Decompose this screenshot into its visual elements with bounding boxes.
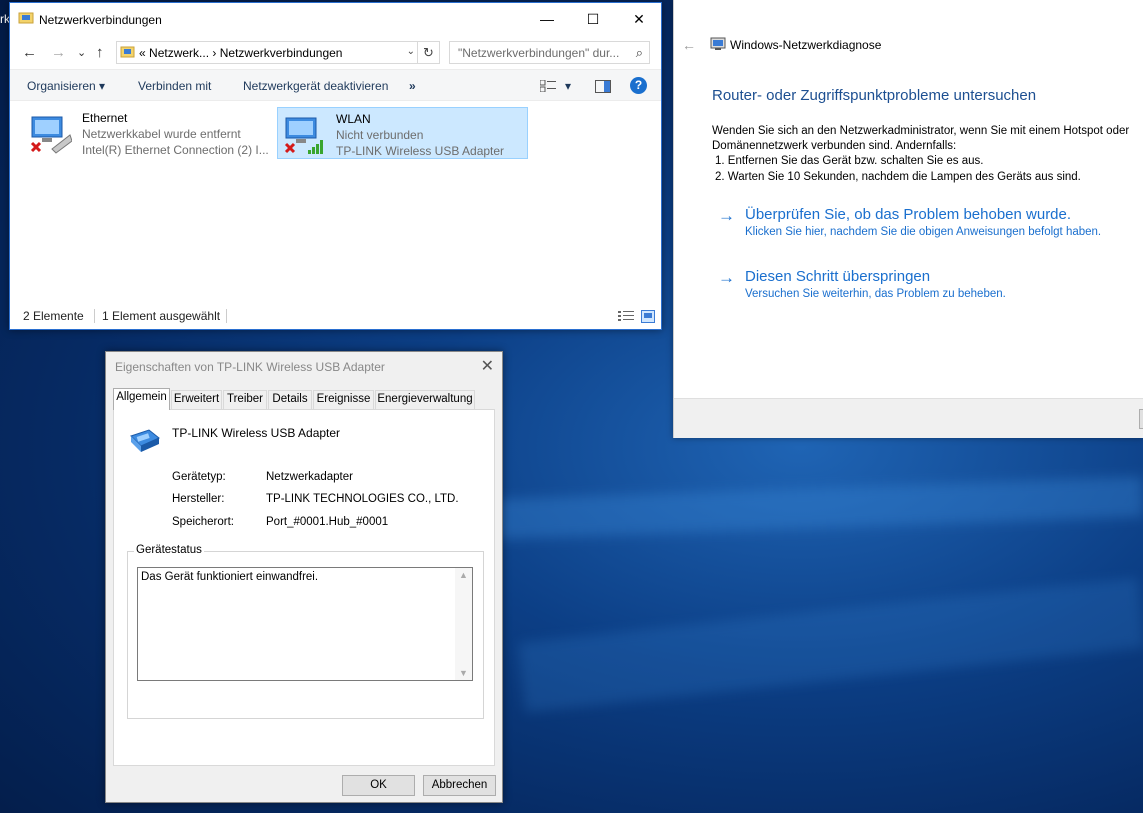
organize-button[interactable]: Organisieren ▾: [27, 79, 105, 93]
network-folder-icon: [18, 12, 34, 24]
scroll-up-icon[interactable]: ▲: [459, 570, 468, 580]
field-label: Gerätetyp:: [172, 471, 226, 483]
address-toolbar: ← → ⌄ ↑ « Netzwerk... › Netzwerkverbindu…: [10, 37, 661, 69]
ok-button[interactable]: OK: [342, 775, 415, 796]
back-arrow-icon[interactable]: ←: [22, 44, 37, 61]
tab-details[interactable]: Details: [268, 390, 312, 409]
connection-device: TP-LINK Wireless USB Adapter: [336, 144, 505, 158]
search-placeholder: "Netzwerkverbindungen" dur...: [458, 46, 620, 60]
connection-status: Netzwerkkabel wurde entfernt: [82, 127, 241, 141]
page-heading: Router- oder Zugriffspunktprobleme unter…: [712, 87, 1037, 104]
dialog-footer: [674, 398, 1143, 438]
field-label: Speicherort:: [172, 516, 235, 528]
search-icon[interactable]: ⌕: [636, 45, 643, 61]
address-bar[interactable]: « Netzwerk... › Netzwerkverbindungen ⌄ ↻: [116, 41, 440, 64]
item-count: 2 Elemente: [23, 309, 84, 323]
breadcrumb-network[interactable]: Netzwerk...: [149, 46, 209, 60]
help-icon[interactable]: ?: [630, 77, 647, 94]
close-button[interactable]: ✕: [616, 3, 662, 35]
address-dropdown-icon[interactable]: ⌄: [407, 46, 415, 57]
network-folder-icon: [120, 46, 135, 58]
manufacturer-value: TP-LINK TECHNOLOGIES CO., LTD.: [266, 493, 459, 505]
group-label: Gerätestatus: [134, 544, 204, 556]
tab-allgemein[interactable]: Allgemein: [113, 388, 170, 410]
breadcrumb-connections[interactable]: Netzwerkverbindungen: [220, 46, 343, 60]
connection-name: Ethernet: [82, 111, 128, 125]
status-separator: [94, 309, 95, 323]
tab-treiber[interactable]: Treiber: [223, 390, 267, 409]
instruction-step: 2. Warten Sie 10 Sekunden, nachdem die L…: [715, 171, 1081, 183]
adapter-properties-dialog: Eigenschaften von TP-LINK Wireless USB A…: [105, 351, 503, 803]
preview-pane-icon[interactable]: [595, 80, 611, 93]
field-label: Hersteller:: [172, 493, 225, 505]
device-type-value: Netzwerkadapter: [266, 471, 353, 483]
window-title: Windows-Netzwerkdiagnose: [730, 38, 882, 52]
view-options-icon[interactable]: [540, 80, 556, 92]
connection-device: Intel(R) Ethernet Connection (2) I...: [82, 143, 269, 157]
status-separator: [226, 309, 227, 323]
explorer-window: Netzwerkverbindungen — ☐ ✕ ← → ⌄ ↑ « Net…: [9, 2, 662, 330]
wlan-adapter-icon: [284, 117, 323, 154]
arrow-right-icon: →: [718, 206, 735, 225]
option-description: Versuchen Sie weiterhin, das Problem zu …: [745, 288, 1006, 300]
location-value: Port_#0001.Hub_#0001: [266, 516, 389, 528]
breadcrumb-separator[interactable]: ›: [212, 46, 216, 60]
network-adapter-icon: [130, 429, 160, 452]
window-title: Netzwerkverbindungen: [39, 13, 162, 27]
tab-erweitert[interactable]: Erweitert: [171, 390, 222, 409]
device-name: TP-LINK Wireless USB Adapter: [172, 426, 341, 440]
forward-arrow-icon[interactable]: →: [51, 44, 66, 61]
arrow-right-icon: →: [718, 268, 735, 287]
connections-list: Ethernet Netzwerkkabel wurde entfernt In…: [10, 102, 661, 302]
command-bar: Organisieren ▾ Verbinden mit Netzwerkger…: [10, 69, 661, 101]
explorer-titlebar[interactable]: Netzwerkverbindungen — ☐ ✕: [10, 3, 661, 35]
close-icon[interactable]: ✕: [481, 356, 494, 376]
recent-locations-icon[interactable]: ⌄: [77, 46, 86, 59]
general-tab-panel: TP-LINK Wireless USB Adapter Gerätetyp: …: [113, 409, 495, 766]
back-arrow-icon[interactable]: ←: [682, 37, 696, 53]
view-dropdown-icon[interactable]: ▾: [565, 79, 571, 93]
device-status-text: Das Gerät funktioniert einwandfrei.: [141, 571, 319, 583]
details-view-icon[interactable]: [618, 310, 634, 323]
search-input[interactable]: "Netzwerkverbindungen" dur... ⌕: [449, 41, 650, 64]
connection-name: WLAN: [336, 112, 371, 126]
device-status-textarea[interactable]: Das Gerät funktioniert einwandfrei. ▲ ▼: [137, 567, 473, 681]
option-description: Klicken Sie hier, nachdem Sie die obigen…: [745, 226, 1102, 238]
device-status-group: Gerätestatus Das Gerät funktioniert einw…: [127, 544, 484, 719]
instruction-text: Domänennetzwerk verbunden sind. Andernfa…: [712, 140, 957, 152]
dialog-title: Eigenschaften von TP-LINK Wireless USB A…: [115, 360, 385, 374]
cancel-button[interactable]: [1139, 409, 1143, 429]
large-icons-view-icon[interactable]: [641, 310, 655, 323]
option-title[interactable]: Diesen Schritt überspringen: [745, 268, 930, 285]
address-path: « Netzwerk... › Netzwerkverbindungen: [139, 46, 342, 60]
disable-device-button[interactable]: Netzwerkgerät deaktivieren: [243, 79, 388, 93]
connection-item-wlan[interactable]: WLAN Nicht verbunden TP-LINK Wireless US…: [277, 107, 528, 159]
network-diagnostics-window: ← Windows-Netzwerkdiagnose Router- oder …: [673, 0, 1143, 438]
desktop-light-band: [518, 577, 1143, 713]
network-diagnostics-icon: [710, 37, 726, 50]
more-commands-button[interactable]: »: [409, 79, 416, 93]
minimize-button[interactable]: —: [524, 3, 570, 35]
tab-energieverwaltung[interactable]: Energieverwaltung: [375, 390, 475, 409]
connection-item-ethernet[interactable]: Ethernet Netzwerkkabel wurde entfernt In…: [24, 107, 274, 159]
maximize-button[interactable]: ☐: [570, 3, 616, 35]
connection-status: Nicht verbunden: [336, 128, 424, 142]
up-arrow-icon[interactable]: ↑: [96, 44, 104, 61]
scroll-down-icon[interactable]: ▼: [459, 668, 468, 678]
selection-count: 1 Element ausgewählt: [102, 309, 221, 323]
ethernet-adapter-icon: [30, 116, 72, 154]
instruction-step: 1. Entfernen Sie das Gerät bzw. schalten…: [715, 155, 984, 167]
vertical-scrollbar[interactable]: ▲ ▼: [455, 568, 472, 680]
option-title[interactable]: Überprüfen Sie, ob das Problem behoben w…: [745, 206, 1071, 223]
tab-ereignisse[interactable]: Ereignisse: [313, 390, 374, 409]
status-bar: 2 Elemente 1 Element ausgewählt: [10, 303, 661, 329]
refresh-icon[interactable]: ↻: [417, 42, 439, 63]
cancel-button[interactable]: Abbrechen: [423, 775, 496, 796]
instruction-text: Wenden Sie sich an den Netzwerkadministr…: [712, 125, 1130, 137]
breadcrumb-overflow[interactable]: «: [139, 46, 146, 60]
connect-button[interactable]: Verbinden mit: [138, 79, 211, 93]
